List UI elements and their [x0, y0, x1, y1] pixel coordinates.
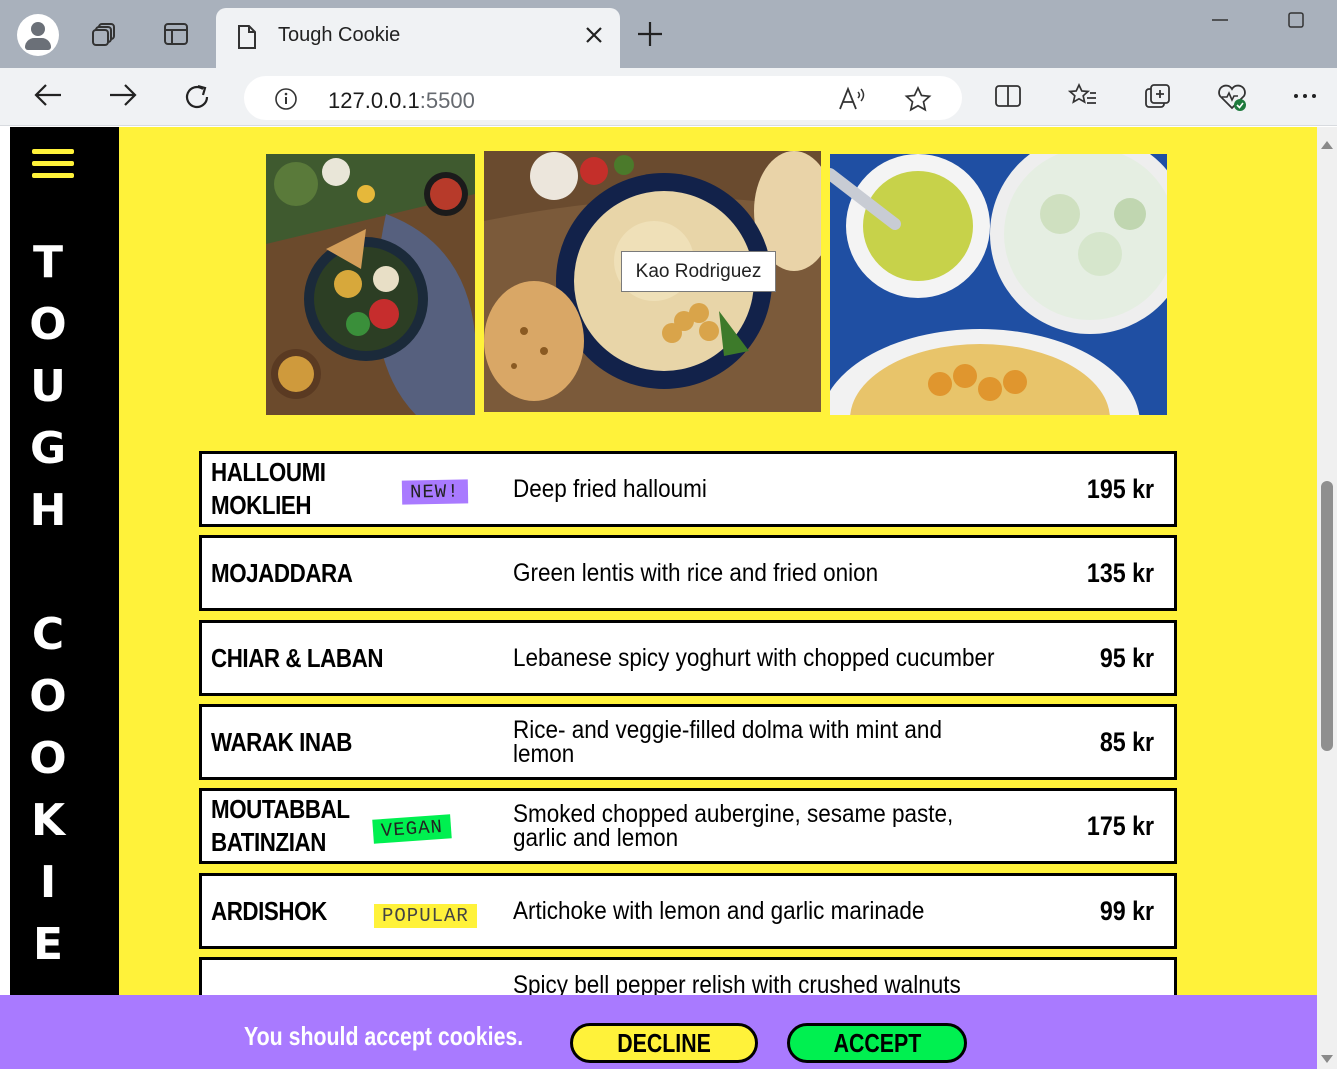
brand-letter: O [29, 733, 67, 784]
brand-letter: U [30, 361, 66, 412]
address-bar[interactable]: 127.0.0.1:5500 [244, 76, 962, 120]
brand-letter: I [39, 857, 57, 908]
tab-actions-icon[interactable] [162, 20, 190, 48]
back-icon[interactable] [33, 82, 63, 108]
dish-description: Lebanese spicy yoghurt with chopped cucu… [513, 644, 995, 672]
browser-essentials-icon[interactable] [1216, 82, 1248, 112]
refresh-icon[interactable] [182, 82, 212, 112]
brand-letter: K [30, 795, 66, 846]
hamburger-menu-icon[interactable] [32, 149, 74, 181]
food-photo-salad-bowl [266, 154, 475, 415]
forward-icon[interactable] [108, 82, 138, 108]
close-tab-icon[interactable] [584, 25, 604, 45]
workspaces-icon[interactable] [90, 20, 118, 48]
dish-price: 135 kr [1086, 557, 1154, 588]
new-tab-icon[interactable] [636, 20, 664, 48]
dish-name: WARAK INAB [211, 726, 353, 757]
browser-tab-strip: Tough Cookie [0, 0, 1337, 68]
dish-description: Deep fried halloumi [513, 475, 707, 503]
dish-name: HALLOUMI MOKLIEH [211, 457, 326, 520]
dish-price: 95 kr [1099, 642, 1154, 673]
dish-name: ARDISHOK [211, 895, 327, 926]
brand-letter: H [29, 485, 67, 536]
new-badge: NEW! [401, 479, 468, 505]
collections-icon[interactable] [1143, 82, 1173, 112]
brand-letter: G [29, 423, 67, 474]
menu-item-ardishok[interactable]: ARDISHOK POPULAR Artichoke with lemon an… [199, 873, 1177, 949]
maximize-icon[interactable] [1286, 10, 1306, 30]
brand-letter: O [29, 671, 67, 722]
address-toolbar: 127.0.0.1:5500 [0, 68, 1337, 126]
dish-name: MOUTABBAL BATINZIAN [211, 794, 350, 857]
image-credit-tooltip: Kao Rodriguez [621, 251, 776, 292]
site-info-icon[interactable] [274, 87, 298, 111]
dish-name: CHIAR & LABAN [211, 642, 384, 673]
dish-description: Green lentis with rice and fried onion [513, 559, 879, 587]
decline-cookies-button[interactable]: DECLINE [570, 1023, 758, 1063]
tab-title: Tough Cookie [278, 24, 401, 46]
sidebar: T O U G H C O O K I E [10, 127, 119, 1069]
dish-description: Rice- and veggie-filled dolma with mint … [513, 716, 942, 768]
brand-letter: C [31, 609, 65, 660]
scroll-up-arrow-icon[interactable] [1321, 141, 1333, 149]
dish-description: Smoked chopped aubergine, sesame paste, … [513, 800, 954, 852]
dish-price: 85 kr [1099, 726, 1154, 757]
menu-item-moutabbal-batinzian[interactable]: MOUTABBAL BATINZIAN VEGAN Smoked chopped … [199, 788, 1177, 864]
dish-description: Artichoke with lemon and garlic marinade [513, 897, 925, 925]
read-aloud-icon[interactable] [838, 86, 866, 112]
minimize-icon[interactable] [1210, 10, 1230, 30]
food-photo-dips [830, 154, 1167, 415]
dish-price: 99 kr [1099, 895, 1154, 926]
menu-item-halloumi-moklieh[interactable]: HALLOUMI MOKLIEH NEW! Deep fried halloumi… [199, 451, 1177, 527]
cookie-message: You should accept cookies. [244, 1021, 524, 1051]
accept-cookies-button[interactable]: ACCEPT [787, 1023, 967, 1063]
favorites-list-icon[interactable] [1068, 82, 1098, 110]
tab-tough-cookie[interactable]: Tough Cookie [216, 8, 620, 68]
menu-item-chiar-laban[interactable]: CHIAR & LABAN Lebanese spicy yoghurt wit… [199, 620, 1177, 696]
cookie-banner: You should accept cookies. DECLINE ACCEP… [0, 995, 1317, 1069]
vegan-badge: VEGAN [372, 814, 452, 844]
favorite-star-icon[interactable] [904, 86, 932, 112]
page-scrollbar[interactable] [1317, 127, 1337, 1069]
menu-item-warak-inab[interactable]: WARAK INAB Rice- and veggie-filled dolma… [199, 704, 1177, 780]
dish-name: MOJADDARA [211, 557, 353, 588]
brand-letter: O [29, 299, 67, 350]
dish-price: 175 kr [1086, 810, 1154, 841]
scroll-down-arrow-icon[interactable] [1321, 1055, 1333, 1063]
url-text[interactable]: 127.0.0.1:5500 [328, 88, 475, 114]
popular-badge: POPULAR [374, 904, 477, 928]
brand-letter: T [32, 237, 63, 288]
brand-letter: E [32, 919, 64, 970]
scrollbar-thumb[interactable] [1321, 481, 1333, 751]
profile-avatar[interactable] [17, 14, 59, 56]
split-screen-icon[interactable] [994, 82, 1022, 110]
dish-price: 195 kr [1086, 473, 1154, 504]
page-viewport: T O U G H C O O K I E Kao Rodriguez HALL… [0, 127, 1337, 1069]
menu-item-mojaddara[interactable]: MOJADDARA Green lentis with rice and fri… [199, 535, 1177, 611]
more-options-icon[interactable] [1292, 82, 1318, 110]
page-icon [238, 25, 256, 49]
